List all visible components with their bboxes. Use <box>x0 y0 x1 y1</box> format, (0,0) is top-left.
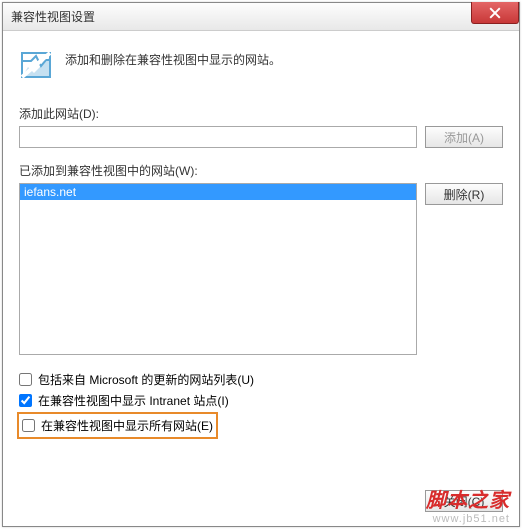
checkbox-ms-list-label: 包括来自 Microsoft 的更新的网站列表(U) <box>38 371 254 388</box>
added-websites-label: 已添加到兼容性视图中的网站(W): <box>19 162 503 179</box>
checkbox-intranet[interactable]: 在兼容性视图中显示 Intranet 站点(I) <box>19 390 503 411</box>
remove-button[interactable]: 删除(R) <box>425 183 503 205</box>
checkbox-all-sites-label: 在兼容性视图中显示所有网站(E) <box>41 417 213 434</box>
window-close-button[interactable] <box>471 2 519 24</box>
add-website-input[interactable] <box>19 126 417 148</box>
compat-view-icon <box>19 49 53 83</box>
close-button[interactable]: 关闭(C) <box>425 490 503 512</box>
added-websites-list[interactable]: iefans.net <box>19 183 417 355</box>
list-item[interactable]: iefans.net <box>20 184 416 200</box>
header-text: 添加和删除在兼容性视图中显示的网站。 <box>65 49 281 68</box>
header-row: 添加和删除在兼容性视图中显示的网站。 <box>19 49 503 83</box>
close-icon <box>489 7 501 19</box>
add-website-label: 添加此网站(D): <box>19 105 503 122</box>
checkbox-all-sites-input[interactable] <box>22 419 35 432</box>
checkbox-ms-list[interactable]: 包括来自 Microsoft 的更新的网站列表(U) <box>19 369 503 390</box>
checkbox-group: 包括来自 Microsoft 的更新的网站列表(U) 在兼容性视图中显示 Int… <box>19 369 503 439</box>
dialog-window: 兼容性视图设置 添加和删除在兼容性视图中显示的网站。 添加此网站(D): 添加(… <box>2 2 520 527</box>
dialog-content: 添加和删除在兼容性视图中显示的网站。 添加此网站(D): 添加(A) 已添加到兼… <box>3 31 519 453</box>
checkbox-ms-list-input[interactable] <box>19 373 32 386</box>
footer: 关闭(C) <box>425 490 503 512</box>
checkbox-intranet-input[interactable] <box>19 394 32 407</box>
checkbox-all-sites[interactable]: 在兼容性视图中显示所有网站(E) <box>22 415 213 436</box>
window-title: 兼容性视图设置 <box>11 8 95 25</box>
titlebar: 兼容性视图设置 <box>3 3 519 31</box>
add-button[interactable]: 添加(A) <box>425 126 503 148</box>
highlight-box: 在兼容性视图中显示所有网站(E) <box>17 412 218 439</box>
checkbox-intranet-label: 在兼容性视图中显示 Intranet 站点(I) <box>38 392 229 409</box>
